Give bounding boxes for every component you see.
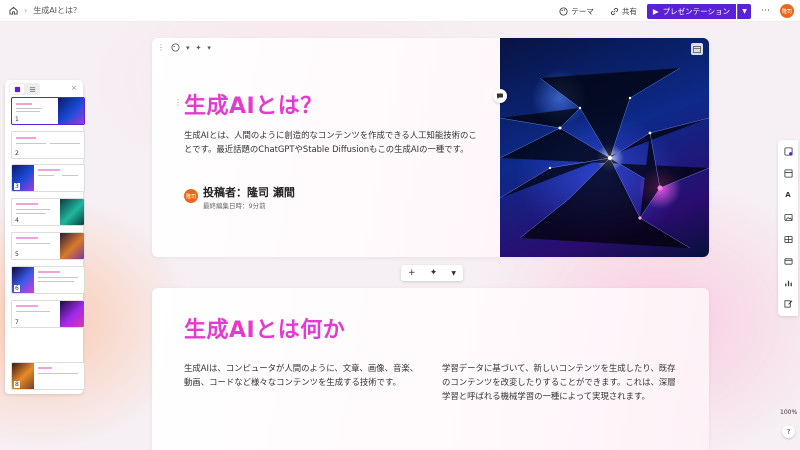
topbar-actions: テーマ 共有 ▶ プレゼンテーション ▼ ⋯ 隆司 — [553, 0, 794, 22]
slide-thumbnail[interactable]: 7 — [11, 300, 85, 328]
link-icon — [610, 7, 618, 15]
play-icon: ▶ — [652, 6, 659, 16]
add-card-button[interactable]: + — [408, 268, 416, 278]
drag-handle-icon[interactable]: ⋮ — [157, 43, 165, 52]
thumbnail-number: 6 — [14, 285, 20, 292]
comment-icon — [497, 93, 503, 99]
slide-thumbnail[interactable]: 8 — [11, 362, 85, 390]
thumbnail-number: 3 — [14, 183, 20, 190]
table-icon[interactable] — [782, 233, 794, 245]
slide-thumbnail[interactable]: 6 — [11, 266, 85, 294]
edit-icon[interactable] — [782, 297, 794, 309]
slide-card-2[interactable]: 生成AIとは何か 生成AIは、コンピュータが人間のように、文章、画像、音楽、動画… — [152, 288, 709, 450]
palette-icon[interactable] — [171, 43, 180, 52]
insert-card-toolbar: + ✦ ▼ — [401, 265, 463, 281]
author-avatar: 隆司 — [184, 189, 198, 203]
chart-icon[interactable] — [782, 277, 794, 289]
more-options-button[interactable]: ⋯ — [755, 6, 776, 16]
help-button[interactable]: ? — [782, 425, 795, 438]
theme-button[interactable]: テーマ — [553, 3, 600, 19]
list-icon — [29, 86, 35, 92]
breadcrumb-title[interactable]: 生成AIとは？ — [33, 5, 81, 16]
chevron-down-icon[interactable]: ▼ — [451, 270, 456, 277]
home-icon[interactable] — [8, 6, 18, 16]
slide-thumbnail[interactable]: 1 — [11, 97, 85, 125]
slide-column-text[interactable]: 生成AIは、コンピュータが人間のように、文章、画像、音楽、動画、コードなど様々な… — [184, 361, 422, 389]
chevron-right-icon: › — [24, 6, 28, 15]
author-name[interactable]: 投稿者：隆司 瀬間 — [203, 184, 295, 200]
chevron-down-icon: ▼ — [742, 7, 747, 15]
thumbnail-number: 7 — [14, 319, 20, 326]
calendar-icon[interactable] — [691, 43, 703, 55]
drag-handle-icon[interactable]: ⋮ — [174, 98, 182, 107]
comment-button[interactable] — [493, 89, 507, 103]
close-icon[interactable]: × — [71, 84, 77, 92]
present-dropdown-button[interactable]: ▼ — [737, 3, 751, 19]
share-label: 共有 — [621, 6, 637, 16]
thumbnail-number: 1 — [14, 116, 20, 123]
chevron-down-icon[interactable]: ▾ — [207, 44, 211, 52]
thumbnail-number: 8 — [14, 381, 20, 388]
present-button[interactable]: ▶ プレゼンテーション — [646, 3, 736, 19]
embed-icon[interactable] — [782, 255, 794, 267]
slide-title[interactable]: 生成AIとは？ — [184, 88, 323, 120]
ai-generate-button[interactable]: ✦ — [430, 268, 438, 278]
chevron-down-icon[interactable]: ▾ — [186, 44, 190, 52]
user-avatar[interactable]: 隆司 — [780, 4, 794, 18]
zoom-level[interactable]: 100% — [780, 409, 797, 416]
slide-thumbnail[interactable]: 4 — [11, 198, 85, 226]
text-style-icon[interactable]: A — [782, 189, 794, 201]
thumbnail-number: 4 — [14, 217, 20, 224]
slide-thumbnail-panel: × 1 2 3 4 5 6 7 8 — [5, 80, 85, 394]
slide-card-1[interactable]: ⋮ ▾ ✦ ▾ 生成AIとは？ 生成AIとは、人間のように創造的なコンテンツを作… — [152, 38, 709, 257]
palette-icon — [559, 6, 568, 16]
slide-title[interactable]: 生成AIとは何か — [184, 312, 345, 344]
slide-thumbnail[interactable]: 5 — [11, 232, 85, 260]
last-edited-text: 最終編集日時：9分前 — [203, 202, 266, 210]
slide-thumbnail[interactable]: 3 — [11, 164, 85, 192]
layout-icon[interactable] — [782, 167, 794, 179]
share-button[interactable]: 共有 — [604, 3, 643, 19]
slide-image[interactable] — [499, 38, 709, 257]
slide-thumbnail[interactable]: 2 — [11, 131, 85, 159]
card-toolbar: ⋮ ▾ ✦ ▾ — [157, 43, 211, 52]
card-template-icon[interactable] — [782, 145, 794, 157]
image-icon[interactable] — [782, 211, 794, 223]
thumbnail-number: 5 — [14, 251, 20, 258]
network-image-art — [499, 67, 709, 249]
more-icon: ⋯ — [761, 6, 770, 16]
thumbnail-view-tabs — [9, 83, 40, 95]
slide-body-text[interactable]: 生成AIとは、人間のように創造的なコンテンツを作成できる人工知能技術のことです。… — [184, 128, 484, 156]
slides-icon — [14, 86, 20, 92]
right-tool-rail: A — [778, 140, 798, 316]
thumbnail-number: 2 — [14, 150, 20, 157]
tab-outline[interactable] — [25, 84, 39, 94]
top-bar: › 生成AIとは？ テーマ 共有 ▶ プレゼンテーション ▼ ⋯ 隆司 — [0, 0, 800, 22]
theme-label: テーマ — [571, 6, 594, 16]
tab-slides[interactable] — [10, 84, 24, 94]
slide-column-text[interactable]: 学習データに基づいて、新しいコンテンツを生成したり、既存のコンテンツを改変したり… — [442, 361, 682, 403]
present-label: プレゼンテーション — [662, 6, 730, 16]
sparkle-icon[interactable]: ✦ — [196, 44, 202, 52]
